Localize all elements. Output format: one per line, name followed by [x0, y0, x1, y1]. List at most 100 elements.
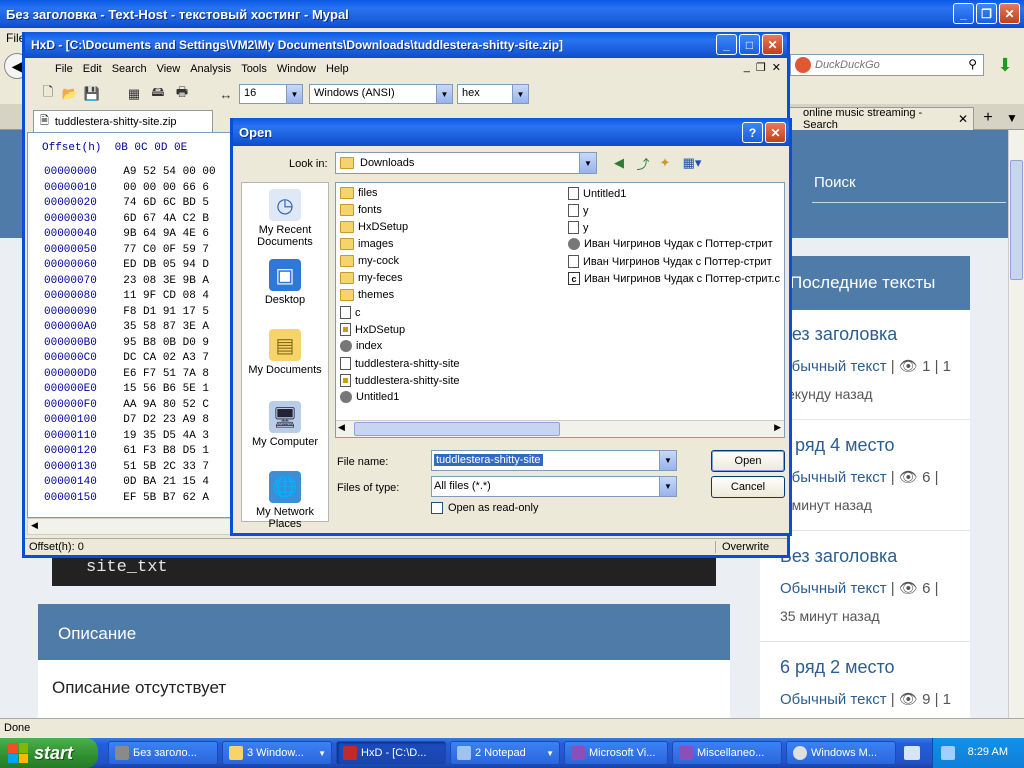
- text-title[interactable]: 6 ряд 2 место: [780, 657, 895, 678]
- new-file-icon[interactable]: 🗋: [39, 84, 57, 103]
- hex-row[interactable]: 00000100 D7 D2 23 A9 8: [44, 414, 209, 426]
- browser-titlebar[interactable]: Без заголовка - Text-Host - текстовый хо…: [0, 0, 1024, 28]
- task-browser[interactable]: Без заголо...: [108, 741, 218, 765]
- list-item[interactable]: Без заголовка Обычный текст | 👁 6 | 35 м…: [760, 532, 970, 642]
- hex-row[interactable]: 00000000 A9 52 54 00 00: [44, 166, 216, 178]
- look-in-select[interactable]: Downloads ▼: [335, 152, 597, 174]
- hex-row[interactable]: 00000130 51 5B 2C 33 7: [44, 461, 209, 473]
- hex-row[interactable]: 00000110 19 35 D5 4A 3: [44, 430, 209, 442]
- file-name-input[interactable]: tuddlestera-shitty-site ▼: [431, 450, 677, 471]
- dialog-close-button[interactable]: ✕: [765, 122, 786, 143]
- hex-row[interactable]: 00000140 0D BA 21 15 4: [44, 476, 209, 488]
- help-button[interactable]: ?: [742, 122, 763, 143]
- hex-row[interactable]: 00000050 77 C0 0F 59 7: [44, 244, 209, 256]
- place-my-computer[interactable]: 🖥 My Computer: [242, 401, 328, 448]
- menu-analysis[interactable]: Analysis: [190, 63, 231, 75]
- task-visual-studio[interactable]: Microsoft Vi...: [564, 741, 668, 765]
- print-icon[interactable]: 🖶: [173, 84, 191, 103]
- file-item[interactable]: c Иван Чигринов Чудак с Поттер-стрит.c: [568, 272, 780, 285]
- text-title[interactable]: Без заголовка: [780, 546, 897, 567]
- file-list[interactable]: files fonts HxDSetup images my-cock my-feces t…: [335, 182, 785, 438]
- network-tray-icon[interactable]: [941, 746, 955, 760]
- checkbox-box[interactable]: [431, 502, 443, 514]
- clock[interactable]: 8:29 AM: [968, 746, 1008, 758]
- file-item[interactable]: y: [568, 221, 589, 234]
- menu-file[interactable]: File: [55, 63, 73, 75]
- menu-edit[interactable]: Edit: [83, 63, 102, 75]
- scroll-left-icon[interactable]: ◀: [338, 422, 345, 433]
- hex-bytes[interactable]: E6 F7 51 7A 8: [123, 368, 209, 380]
- text-type[interactable]: Обычный текст: [780, 580, 887, 597]
- tab-list-arrow-icon[interactable]: ▼: [1002, 107, 1022, 129]
- text-title[interactable]: Без заголовка: [780, 324, 897, 345]
- hex-row[interactable]: 000000F0 AA 9A 80 52 C: [44, 399, 209, 411]
- chevron-down-icon[interactable]: ▼: [436, 85, 452, 103]
- hex-bytes[interactable]: 74 6D 6C BD 5: [123, 197, 209, 209]
- file-list-horizontal-scrollbar[interactable]: ◀ ▶: [336, 420, 784, 437]
- hex-row[interactable]: 00000080 11 9F CD 08 4: [44, 290, 209, 302]
- close-tab-icon[interactable]: ✕: [958, 112, 968, 126]
- file-item[interactable]: HxDSetup: [340, 323, 405, 336]
- scrollbar-thumb[interactable]: [354, 422, 560, 436]
- hxd-close-button[interactable]: ✕: [762, 34, 783, 55]
- hxd-titlebar[interactable]: HxD - [C:\Documents and Settings\VM2\My …: [25, 32, 787, 58]
- browser-minimize-button[interactable]: _: [953, 3, 974, 24]
- text-type[interactable]: Обычный текст: [780, 469, 887, 486]
- disk-icon[interactable]: 🖴: [149, 84, 167, 103]
- scroll-left-icon[interactable]: ◀: [31, 520, 38, 531]
- file-item[interactable]: fonts: [340, 204, 382, 216]
- open-button[interactable]: Open: [711, 450, 785, 472]
- chevron-down-icon[interactable]: ▼: [286, 85, 302, 103]
- place-desktop[interactable]: ▣ Desktop: [242, 259, 328, 306]
- task-windows-explorer[interactable]: 3 Window... ▼: [222, 741, 332, 765]
- file-item[interactable]: tuddlestera-shitty-site: [340, 374, 460, 387]
- chevron-down-icon[interactable]: ▼: [659, 477, 676, 496]
- menu-view[interactable]: View: [157, 63, 181, 75]
- browser-restore-button[interactable]: ❐: [976, 3, 997, 24]
- text-type[interactable]: Обычный текст: [780, 358, 887, 375]
- hex-bytes[interactable]: D7 D2 23 A9 8: [123, 414, 209, 426]
- file-item[interactable]: my-feces: [340, 272, 403, 284]
- mdi-restore-icon[interactable]: ❐: [756, 61, 766, 74]
- scrollbar-thumb[interactable]: [1010, 160, 1023, 280]
- tab-file[interactable]: 🗎 tuddlestera-shitty-site.zip: [33, 110, 213, 132]
- hex-bytes[interactable]: 95 B8 0B D0 9: [123, 337, 209, 349]
- hex-row[interactable]: 00000030 6D 67 4A C2 B: [44, 213, 209, 225]
- task-hxd[interactable]: HxD - [C:\D...: [336, 741, 446, 765]
- menu-window[interactable]: Window: [277, 63, 316, 75]
- hex-row[interactable]: 00000070 23 08 3E 9B A: [44, 275, 209, 287]
- hex-bytes[interactable]: AA 9A 80 52 C: [123, 399, 209, 411]
- hex-row[interactable]: 000000C0 DC CA 02 A3 7: [44, 352, 209, 364]
- hex-bytes[interactable]: A9 52 54 00 00: [123, 166, 215, 178]
- file-item[interactable]: images: [340, 238, 393, 250]
- hex-bytes[interactable]: 77 C0 0F 59 7: [123, 244, 209, 256]
- hex-row[interactable]: 00000090 F8 D1 91 17 5: [44, 306, 209, 318]
- text-type[interactable]: Обычный текст: [780, 691, 887, 708]
- back-icon[interactable]: ◀: [609, 154, 629, 172]
- hex-row[interactable]: 000000B0 95 B8 0B D0 9: [44, 337, 209, 349]
- keyboard-icon[interactable]: [904, 746, 920, 760]
- tab-music-search[interactable]: online music streaming - Search ✕: [786, 107, 974, 131]
- open-folder-icon[interactable]: 📂: [61, 85, 79, 103]
- search-input[interactable]: [815, 59, 955, 71]
- file-item[interactable]: Иван Чигринов Чудак с Поттер-стрит: [568, 238, 773, 250]
- hex-row[interactable]: 000000E0 15 56 B6 5E 1: [44, 383, 209, 395]
- chevron-down-icon[interactable]: ▼: [579, 153, 596, 173]
- hex-editor-area[interactable]: Offset(h) 0B 0C 0D 0E 00000000 A9 52 54 …: [27, 132, 235, 518]
- site-search-label[interactable]: Поиск: [814, 174, 856, 191]
- hxd-minimize-button[interactable]: _: [716, 34, 737, 55]
- view-menu-icon[interactable]: ▦▾: [679, 154, 705, 172]
- start-button[interactable]: start: [0, 738, 98, 768]
- file-item[interactable]: Иван Чигринов Чудак с Поттер-стрит: [568, 255, 772, 268]
- hex-row[interactable]: 00000010 00 00 00 66 6: [44, 182, 209, 194]
- hex-horizontal-scrollbar[interactable]: ◀: [27, 518, 235, 535]
- hex-bytes[interactable]: 19 35 D5 4A 3: [123, 430, 209, 442]
- menu-tools[interactable]: Tools: [241, 63, 267, 75]
- file-item[interactable]: themes: [340, 289, 394, 301]
- hex-bytes[interactable]: 9B 64 9A 4E 6: [123, 228, 209, 240]
- hex-bytes[interactable]: 61 F3 B8 D5 1: [123, 445, 209, 457]
- display-mode-select[interactable]: hex ▼: [457, 84, 529, 104]
- bytes-per-row-select[interactable]: 16 ▼: [239, 84, 303, 104]
- new-folder-icon[interactable]: ✦: [655, 154, 675, 172]
- task-media-player[interactable]: Windows M...: [786, 741, 896, 765]
